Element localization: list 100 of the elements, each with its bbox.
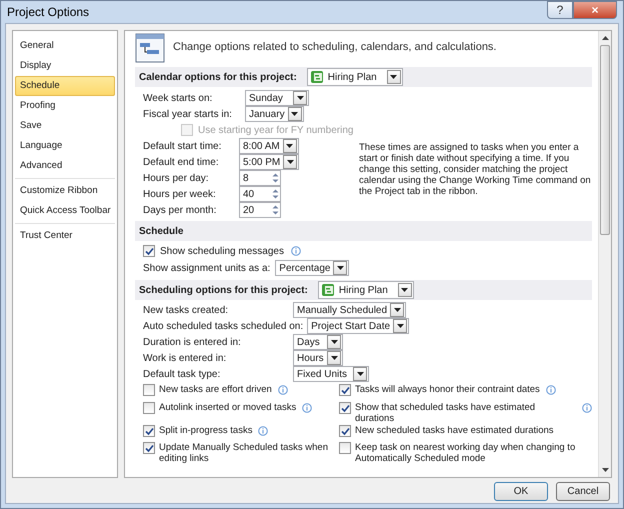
project-file-icon: [310, 70, 324, 84]
project-file-icon: [320, 283, 335, 297]
field-label: Fiscal year starts in:: [143, 108, 233, 122]
caret-icon: [336, 266, 344, 270]
dropdown[interactable]: Project Start Date: [307, 318, 410, 334]
spinner-arrows-icon: [271, 187, 280, 201]
time-note: These times are assigned to tasks when you enter a start or finish date without specifying a time. If you change this setting, consider matching the project calendar using the Change Working Time command on the Project tab in the ribbon.: [358, 142, 591, 197]
dropdown-arrow-button[interactable]: [327, 335, 341, 349]
field-label: Week starts on:: [143, 92, 214, 106]
dropdown-arrow-button[interactable]: [283, 155, 298, 169]
sidebar-item[interactable]: Save: [15, 116, 115, 136]
dropdown-arrow-button[interactable]: [398, 283, 412, 297]
checkbox[interactable]: [143, 245, 155, 257]
checkbox-label: New scheduled tasks have estimated durations: [355, 424, 554, 436]
field-label: Default task type:: [143, 368, 222, 382]
ok-button[interactable]: OK: [494, 482, 548, 501]
checkbox[interactable]: [143, 402, 155, 414]
checkbox-label: Show scheduling messages: [160, 244, 284, 258]
caret-icon: [291, 112, 298, 116]
field-label: Duration is entered in:: [143, 336, 242, 350]
dropdown-arrow-button[interactable]: [353, 367, 367, 381]
page-description: Change options related to scheduling, calendars, and calculations.: [173, 40, 496, 56]
sidebar-item[interactable]: Schedule: [15, 76, 115, 96]
checkbox-label: Use starting year for FY numbering: [198, 124, 354, 138]
field-label: Show assignment units as a:: [143, 262, 270, 276]
dropdown[interactable]: 5:00 PM: [239, 154, 300, 170]
checkbox[interactable]: [339, 425, 351, 438]
checkbox[interactable]: [339, 384, 351, 396]
spinner-arrows-icon: [271, 203, 280, 217]
sidebar-item[interactable]: Language: [15, 136, 115, 156]
field-label: Default start time:: [143, 140, 222, 154]
project-dropdown[interactable]: Hiring Plan: [306, 68, 403, 86]
checkbox[interactable]: [339, 442, 351, 454]
scroll-down-icon: [602, 468, 608, 472]
spinner-arrows-icon: [271, 171, 280, 185]
schedule-chart-icon: [135, 32, 165, 62]
dropdown[interactable]: 8:00 AM: [239, 138, 299, 154]
dropdown-arrow-button[interactable]: [288, 107, 302, 121]
field-label: Auto scheduled tasks scheduled on:: [143, 320, 304, 334]
checkbox-label: Tasks will always honor their contraint dates: [355, 383, 540, 395]
caret-icon: [401, 288, 408, 292]
dropdown[interactable]: January: [245, 106, 304, 122]
sidebar-item[interactable]: Display: [15, 56, 115, 76]
checkbox[interactable]: [339, 402, 351, 414]
field-label: Default end time:: [143, 156, 220, 170]
dropdown-arrow-button[interactable]: [282, 139, 297, 153]
caret-icon: [396, 324, 404, 328]
sidebar-item[interactable]: Trust Center: [15, 226, 115, 246]
checkbox-label: Autolink inserted or moved tasks: [159, 401, 296, 414]
checkbox-label: Update Manually Scheduled tasks when editing links: [159, 441, 329, 464]
dropdown[interactable]: Fixed Units: [293, 366, 369, 382]
check-icon: [144, 246, 154, 256]
dropdown-arrow-button[interactable]: [327, 351, 341, 365]
checkbox-label: New tasks are effort driven: [159, 383, 272, 395]
sidebar-item[interactable]: Proofing: [15, 96, 115, 116]
sidebar-item[interactable]: Customize Ribbon: [15, 181, 115, 201]
caret-icon: [330, 340, 338, 344]
caret-icon: [296, 96, 304, 100]
check-icon: [340, 426, 350, 436]
dropdown-arrow-button[interactable]: [390, 303, 404, 317]
dropdown-arrow-button[interactable]: [333, 261, 348, 275]
dropdown[interactable]: Sunday: [245, 90, 309, 106]
spin-field[interactable]: 40: [239, 186, 281, 202]
dropdown[interactable]: Manually Scheduled: [293, 302, 406, 318]
checkbox-label: Split in-progress tasks: [159, 424, 252, 436]
caret-icon: [286, 160, 294, 164]
caret-icon: [356, 372, 364, 376]
scroll-up-icon: [602, 36, 608, 40]
caret-icon: [390, 75, 398, 79]
section-title: Scheduling options for this project:: [139, 284, 308, 298]
field-label: Days per month:: [143, 204, 218, 218]
dropdown-arrow-button[interactable]: [393, 319, 408, 333]
scroll-thumb[interactable]: [600, 45, 610, 235]
sidebar-item[interactable]: General: [15, 36, 115, 56]
checkbox-label: Keep task on nearest working day when changing to Automatically Scheduled mode: [355, 441, 576, 464]
help-button[interactable]: ?: [547, 1, 573, 19]
scrollbar[interactable]: [598, 31, 611, 477]
dropdown-arrow-button[interactable]: [386, 70, 401, 84]
spin-field[interactable]: 8: [239, 170, 281, 186]
checkbox[interactable]: [143, 425, 155, 438]
section-title: Schedule: [139, 224, 184, 238]
sidebar-item[interactable]: Quick Access Toolbar: [15, 201, 115, 221]
project-dropdown[interactable]: Hiring Plan: [318, 281, 414, 299]
sidebar-item[interactable]: Advanced: [15, 156, 115, 176]
cancel-button[interactable]: Cancel: [556, 482, 610, 501]
dropdown[interactable]: Hours: [293, 350, 343, 366]
dropdown[interactable]: Percentage: [275, 260, 350, 276]
window-title: Project Options: [7, 4, 90, 21]
field-label: Hours per day:: [143, 172, 210, 186]
checkbox[interactable]: [143, 384, 155, 396]
spin-field[interactable]: 20: [239, 202, 281, 218]
section-title: Calendar options for this project:: [139, 70, 297, 84]
caret-icon: [394, 308, 401, 312]
field-label: Work is entered in:: [143, 352, 228, 366]
checkbox[interactable]: [143, 442, 155, 454]
dropdown-arrow-button[interactable]: [293, 91, 307, 105]
checkbox-label: Show that scheduled tasks have estimated durations: [355, 401, 536, 424]
field-label: Hours per week:: [143, 188, 217, 202]
dropdown[interactable]: Days: [293, 334, 343, 350]
caret-icon: [286, 144, 294, 148]
